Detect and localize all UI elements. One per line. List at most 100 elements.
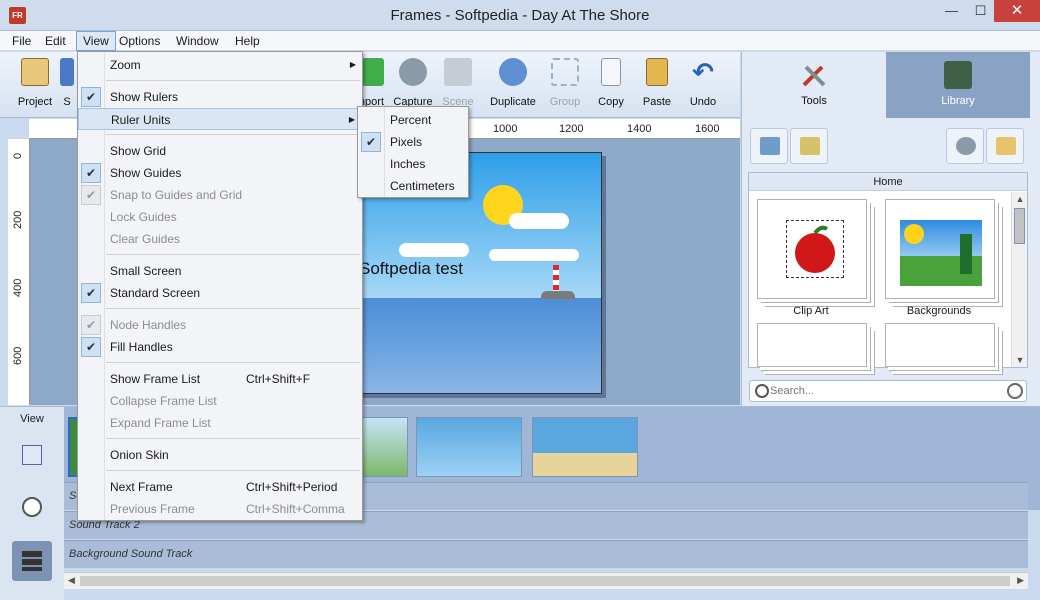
menu-view[interactable]: View	[76, 31, 116, 51]
maximize-button[interactable]: ☐	[966, 0, 995, 22]
menu-options[interactable]: Options	[113, 31, 166, 51]
tab-library[interactable]: Library	[886, 52, 1030, 118]
frame-thumbnail[interactable]	[416, 417, 522, 477]
menu-item-show-frame-list[interactable]: Show Frame List Ctrl+Shift+F	[78, 368, 362, 390]
menu-item-show-grid[interactable]: Show Grid	[78, 140, 362, 162]
menu-item-inches[interactable]: Inches	[358, 153, 468, 175]
menu-shortcut: Ctrl+Shift+Comma	[246, 502, 345, 516]
search-go-icon[interactable]	[1007, 383, 1023, 399]
library-header: Home	[749, 173, 1027, 191]
menu-item-fill-handles[interactable]: ✔ Fill Handles	[78, 336, 362, 358]
menu-item-label: Fill Handles	[110, 340, 173, 354]
slide-text[interactable]: Softpedia test	[359, 259, 463, 279]
menu-item-label: Small Screen	[110, 264, 182, 278]
scroll-right-icon[interactable]: ▶	[1017, 575, 1024, 586]
timeline-view-button[interactable]	[12, 487, 52, 527]
project-icon	[21, 58, 49, 86]
library-item-label: Backgrounds	[906, 305, 972, 317]
menu-item-label: Clear Guides	[110, 232, 181, 246]
scrollbar-thumb[interactable]	[80, 576, 1010, 586]
single-frame-view-button[interactable]	[12, 435, 52, 475]
library-folder-up-button[interactable]	[790, 128, 828, 164]
cloud	[399, 243, 469, 257]
check-icon: ✔	[81, 315, 101, 335]
scroll-left-icon[interactable]: ◀	[68, 575, 75, 586]
menu-item-centimeters[interactable]: Centimeters	[358, 175, 468, 197]
library-item-clip-art[interactable]	[757, 199, 867, 299]
menu-item-standard-screen[interactable]: ✔ Standard Screen	[78, 282, 362, 304]
vertical-ruler[interactable]: 0 200 400 600	[8, 139, 30, 405]
menu-window[interactable]: Window	[170, 31, 225, 51]
menu-item-collapse-frame-list[interactable]: Collapse Frame List	[78, 390, 362, 412]
menu-item-label: Ruler Units	[111, 113, 171, 127]
menu-item-label: Show Rulers	[110, 90, 179, 104]
library-home-button[interactable]	[750, 128, 788, 164]
ruler-tick: 600	[12, 346, 24, 365]
minimize-button[interactable]: —	[937, 0, 966, 22]
library-item-backgrounds[interactable]	[885, 199, 995, 299]
project-button[interactable]: Project	[10, 58, 60, 114]
menu-item-expand-frame-list[interactable]: Expand Frame List	[78, 412, 362, 434]
close-button[interactable]: ✕	[994, 0, 1040, 22]
background-sound-track[interactable]: Background Sound Track	[64, 540, 1028, 568]
search-icon	[755, 384, 769, 398]
menu-item-label: Snap to Guides and Grid	[110, 188, 243, 202]
library-item-label: Clip Art	[793, 305, 829, 317]
library-open-folder-button[interactable]	[986, 128, 1024, 164]
library-item[interactable]	[885, 323, 995, 367]
menu-item-zoom[interactable]: Zoom ▶	[78, 54, 362, 76]
menu-item-pixels[interactable]: ✔ Pixels	[358, 131, 468, 153]
frame-strip-scrollbar[interactable]: ◀ ▶	[64, 572, 1028, 589]
menu-item-percent[interactable]: Percent	[358, 109, 468, 131]
menu-item-onion-skin[interactable]: Onion Skin	[78, 444, 362, 466]
menu-separator	[106, 308, 360, 309]
scroll-up-icon[interactable]: ▲	[1012, 194, 1028, 204]
library-search	[749, 380, 1027, 402]
menu-item-lock-guides[interactable]: Lock Guides	[78, 206, 362, 228]
frame-thumbnail[interactable]	[532, 417, 638, 477]
tab-tools[interactable]: Tools	[742, 52, 886, 118]
folder-up-icon	[800, 137, 820, 155]
menu-item-next-frame[interactable]: Next Frame Ctrl+Shift+Period	[78, 476, 362, 498]
ruler-tick: 1000	[493, 123, 518, 135]
frame-list-view-button[interactable]	[12, 541, 52, 581]
paste-button[interactable]: Paste	[632, 58, 682, 114]
menu-item-clear-guides[interactable]: Clear Guides	[78, 228, 362, 250]
scroll-down-icon[interactable]: ▼	[1012, 355, 1028, 365]
group-button[interactable]: Group	[540, 58, 590, 114]
menu-item-snap-to-guides-and-grid[interactable]: ✔ Snap to Guides and Grid	[78, 184, 362, 206]
undo-button[interactable]: ↶ Undo	[678, 58, 728, 114]
copy-button[interactable]: Copy	[586, 58, 636, 114]
search-input[interactable]	[770, 383, 990, 399]
menu-file[interactable]: File	[6, 31, 37, 51]
menu-item-label: Show Grid	[110, 144, 167, 158]
save-button[interactable]: S	[55, 58, 79, 114]
frame-thumbnail[interactable]	[362, 417, 408, 477]
menu-edit[interactable]: Edit	[39, 31, 72, 51]
menu-item-node-handles[interactable]: ✔ Node Handles	[78, 314, 362, 336]
menu-item-label: Inches	[390, 157, 426, 171]
library-item[interactable]	[757, 323, 867, 367]
open-folder-icon	[996, 137, 1016, 155]
menu-item-ruler-units[interactable]: Ruler Units ▶	[78, 108, 362, 130]
duplicate-button[interactable]: Duplicate	[488, 58, 538, 114]
menu-item-previous-frame[interactable]: Previous Frame Ctrl+Shift+Comma	[78, 498, 362, 520]
rock	[541, 291, 575, 299]
ruler-tick: 1600	[695, 123, 720, 135]
scrollbar-thumb[interactable]	[1014, 208, 1025, 244]
check-icon: ✔	[81, 337, 101, 357]
view-label: View	[20, 413, 44, 425]
menu-item-label: Standard Screen	[110, 286, 201, 300]
menu-item-show-rulers[interactable]: ✔ Show Rulers	[78, 86, 362, 108]
menu-help[interactable]: Help	[229, 31, 266, 51]
menu-item-show-guides[interactable]: ✔ Show Guides	[78, 162, 362, 184]
library-capture-button[interactable]	[946, 128, 984, 164]
ruler-tick: 1200	[559, 123, 584, 135]
submenu-arrow-icon: ▶	[349, 60, 356, 69]
menu-item-label: Zoom	[110, 58, 141, 72]
menu-item-label: Next Frame	[110, 480, 173, 494]
menu-item-label: Expand Frame List	[110, 416, 211, 430]
ruler-tick: 0	[12, 152, 24, 159]
menu-item-small-screen[interactable]: Small Screen	[78, 260, 362, 282]
library-scrollbar[interactable]: ▲ ▼	[1011, 192, 1027, 367]
